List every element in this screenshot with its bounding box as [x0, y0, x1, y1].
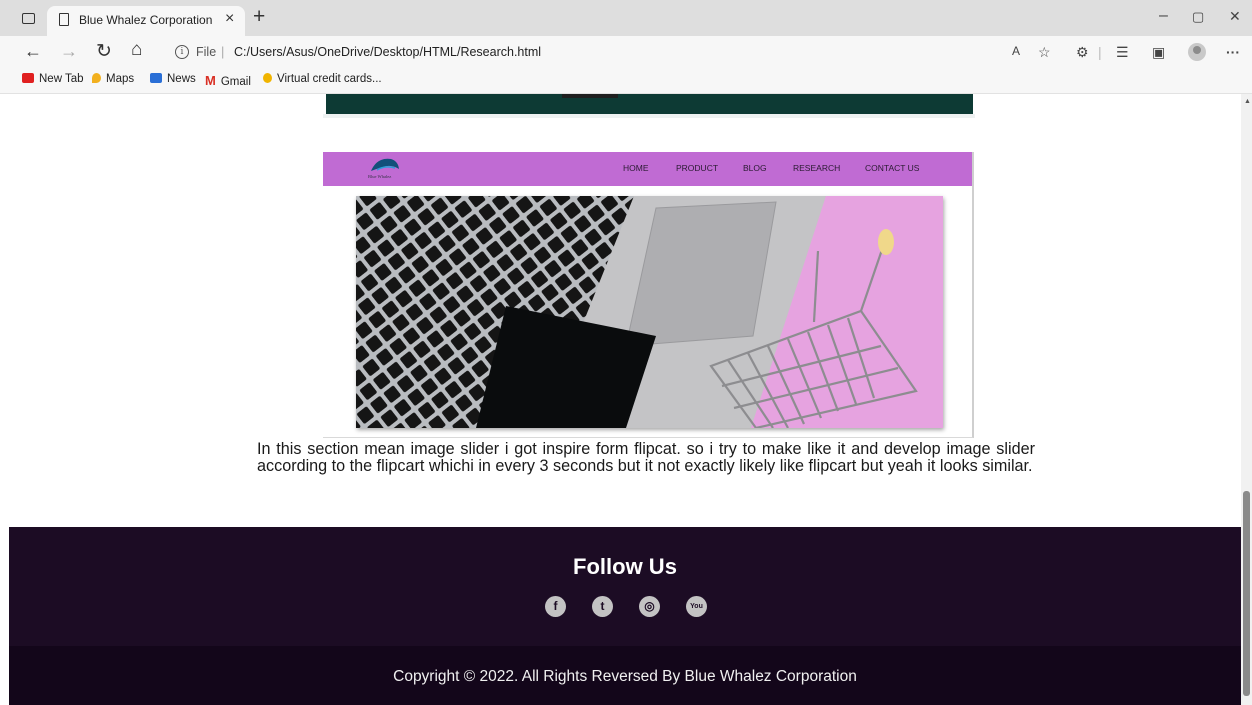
facebook-glyph: f	[553, 599, 558, 613]
twitter-glyph: t	[600, 599, 605, 613]
maximize-button[interactable]: ▢	[1192, 9, 1204, 25]
page-scrollbar[interactable]: ▲	[1241, 94, 1252, 705]
toolbar-divider: |	[1098, 44, 1102, 60]
whale-logo-icon	[371, 158, 399, 171]
previous-section-border	[323, 114, 975, 118]
tab-actions-icon[interactable]	[22, 13, 35, 24]
bookmark-label: New Tab	[39, 73, 84, 85]
bookmark-label: Gmail	[220, 76, 251, 88]
page-icon	[59, 13, 69, 26]
logo-text: Blue Whalez	[368, 174, 392, 179]
image-slider-laptop-cart	[356, 196, 943, 428]
copyright-text: Copyright © 2022. All Rights Reversed By…	[393, 668, 857, 685]
youtube-icon	[22, 73, 34, 83]
browser-tab[interactable]: Blue Whalez Corporation ×	[47, 6, 245, 36]
profile-avatar-icon[interactable]	[1188, 43, 1206, 61]
read-aloud-icon[interactable]: A	[1012, 44, 1020, 58]
page-viewport[interactable]: Blue Whalez HOME PRODUCT BLOG RESEARCH C…	[0, 94, 1241, 705]
footer-copyright-bar: Copyright © 2022. All Rights Reversed By…	[9, 646, 1241, 705]
facebook-icon[interactable]: f	[545, 596, 566, 617]
maps-pin-icon	[92, 73, 101, 83]
bookmark-gmail[interactable]: M Gmail	[205, 73, 251, 88]
new-tab-button[interactable]: +	[253, 5, 265, 29]
scroll-up-arrow-icon[interactable]: ▲	[1244, 98, 1251, 105]
screenshot-navbar: Blue Whalez HOME PRODUCT BLOG RESEARCH C…	[323, 152, 972, 186]
bookmark-label: News	[167, 73, 196, 85]
nav-home: HOME	[623, 163, 649, 173]
instagram-glyph: ◎	[644, 599, 655, 613]
url-scheme: File	[196, 45, 217, 59]
research-screenshot: Blue Whalez HOME PRODUCT BLOG RESEARCH C…	[323, 152, 974, 438]
scrollbar-thumb[interactable]	[1243, 491, 1250, 696]
collections-icon[interactable]: ▣	[1152, 44, 1165, 61]
nav-contact-us: CONTACT US	[865, 163, 920, 173]
close-window-button[interactable]: ✕	[1229, 8, 1241, 25]
nav-blog: BLOG	[743, 163, 767, 173]
twitter-icon[interactable]: t	[592, 596, 613, 617]
footer-follow-section: Follow Us f t ◎ You	[9, 527, 1241, 646]
back-button[interactable]: ←	[24, 41, 42, 62]
address-bar-row: ← → ↻ ⌂ i File | C:/Users/Asus/OneDrive/…	[0, 36, 1252, 68]
tab-title: Blue Whalez Corporation	[79, 13, 213, 27]
gmail-icon: M	[205, 73, 216, 88]
favorites-icon[interactable]: ☰	[1116, 44, 1129, 61]
bookmark-label: Maps	[106, 73, 135, 85]
extensions-icon[interactable]: ⚙	[1076, 44, 1089, 61]
youtube-glyph: You	[690, 603, 703, 610]
youtube-icon[interactable]: You	[686, 596, 707, 617]
bookmark-news[interactable]: News	[150, 73, 196, 85]
news-icon	[150, 73, 162, 83]
more-options-icon[interactable]: ···	[1226, 44, 1240, 60]
refresh-button[interactable]: ↻	[96, 40, 112, 63]
tab-close-icon[interactable]: ×	[225, 10, 234, 28]
nav-product: PRODUCT	[676, 163, 719, 173]
nav-research: RESEARCH	[793, 163, 841, 173]
instagram-icon[interactable]: ◎	[639, 596, 660, 617]
bookmark-new-tab[interactable]: New Tab	[22, 73, 84, 85]
follow-us-heading: Follow Us	[573, 554, 677, 579]
url-separator: |	[221, 44, 225, 59]
bookmark-label: Virtual credit cards...	[277, 73, 382, 85]
bookmarks-bar: New Tab Maps News M Gmail Virtual credit …	[0, 68, 1252, 94]
previous-section-image	[326, 94, 973, 114]
bookmark-virtual-cards[interactable]: Virtual credit cards...	[263, 73, 382, 85]
browser-tab-bar: Blue Whalez Corporation × + – ▢ ✕	[0, 0, 1252, 36]
add-favorite-icon[interactable]: ☆	[1038, 44, 1051, 61]
research-description: In this section mean image slider i got …	[257, 440, 1035, 475]
bookmark-maps[interactable]: Maps	[92, 73, 134, 85]
info-icon[interactable]: i	[175, 45, 189, 59]
minimize-button[interactable]: –	[1159, 7, 1168, 25]
home-button[interactable]: ⌂	[131, 39, 142, 61]
virtual-cards-icon	[263, 73, 272, 83]
forward-button[interactable]: →	[60, 41, 78, 62]
url-text[interactable]: C:/Users/Asus/OneDrive/Desktop/HTML/Rese…	[234, 45, 541, 59]
